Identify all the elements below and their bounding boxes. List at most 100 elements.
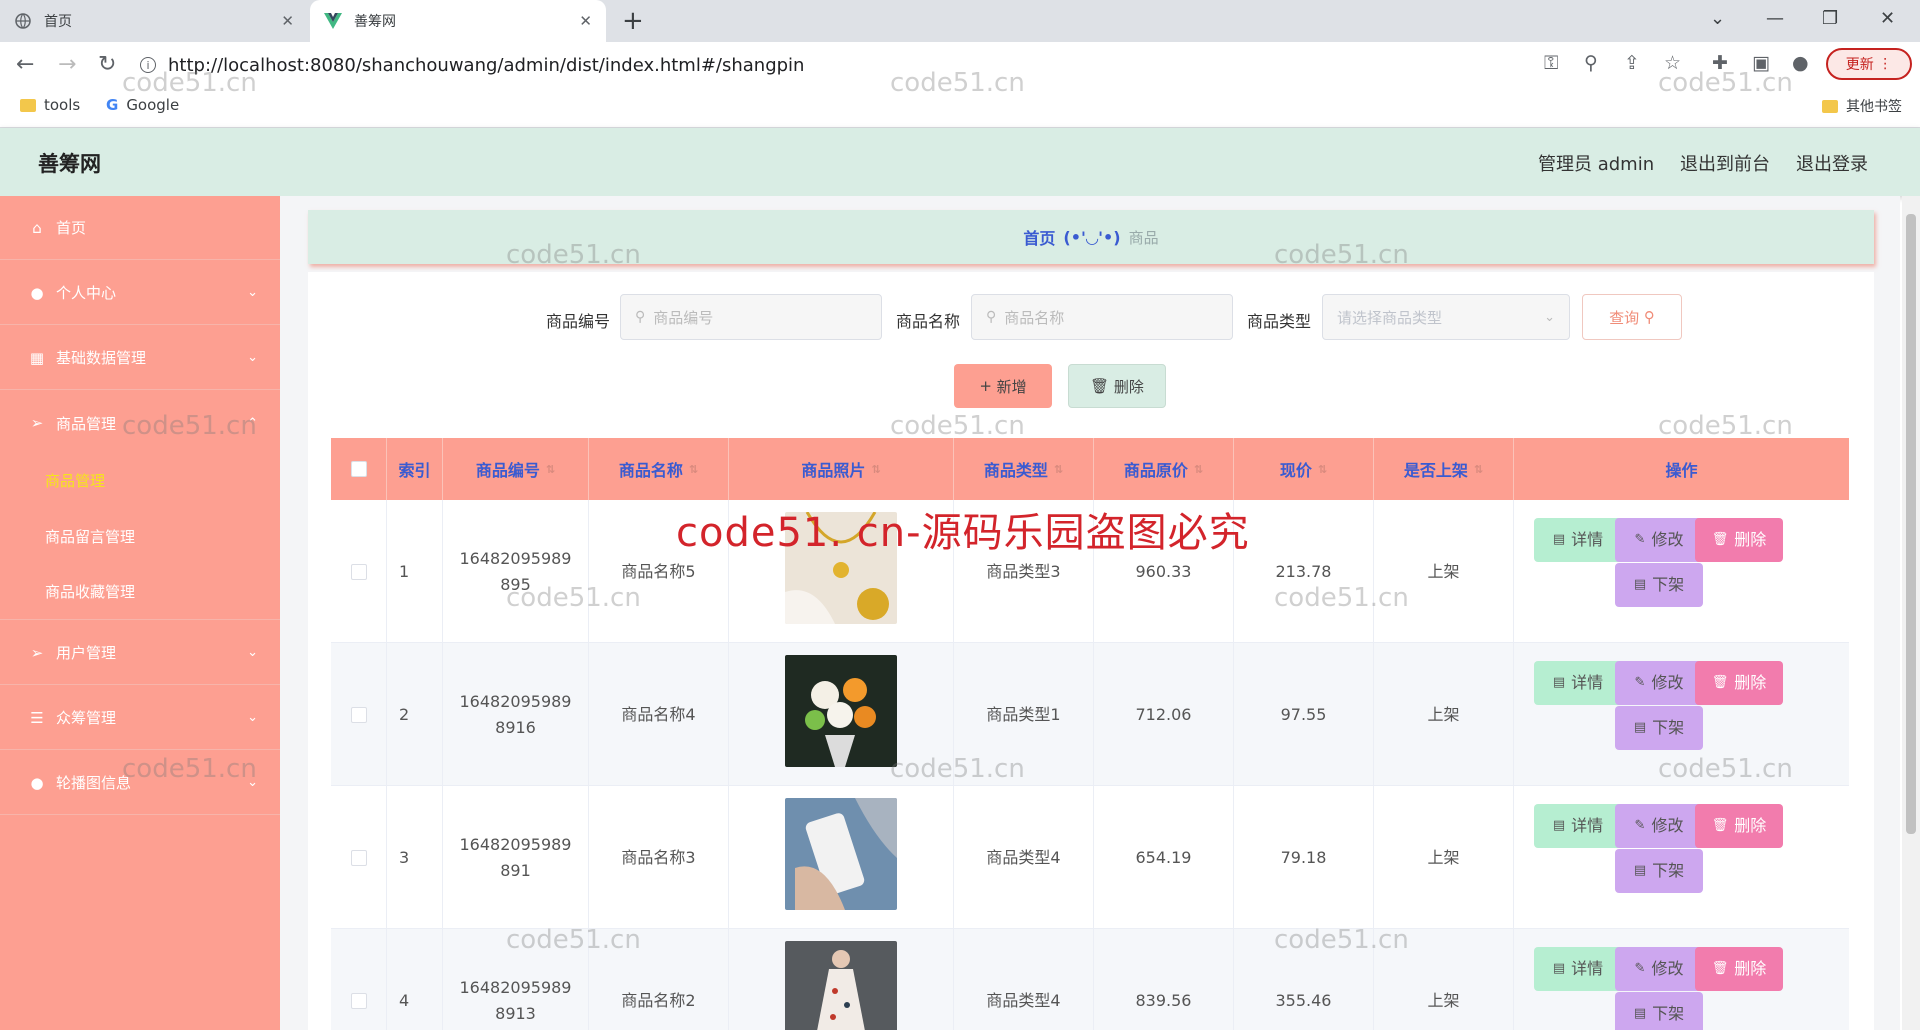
- restore-icon[interactable]: ❐: [1822, 8, 1838, 29]
- sort-icon[interactable]: ⇅: [871, 463, 880, 476]
- scroll-thumb[interactable]: [1906, 214, 1916, 834]
- sidebar-item-crowdfunding[interactable]: ☰ 众筹管理 ⌄: [0, 686, 280, 750]
- page-scrollbar[interactable]: [1902, 196, 1920, 1030]
- sidebar-subitem-goods-favorites[interactable]: 商品收藏管理: [0, 564, 280, 620]
- bookmark-google[interactable]: G Google: [106, 96, 179, 114]
- url-field[interactable]: i http://localhost:8080/shanchouwang/adm…: [140, 48, 1500, 82]
- code-placeholder: 商品编号: [653, 308, 714, 327]
- extensions-icon[interactable]: ✚: [1712, 52, 1728, 74]
- delete-row-button[interactable]: 🗑 删除: [1695, 804, 1783, 848]
- delete-button[interactable]: 🗑 删除: [1068, 364, 1166, 408]
- vue-logo-icon: [324, 12, 342, 30]
- edit-button[interactable]: ✎ 修改: [1615, 661, 1703, 705]
- breadcrumb-home[interactable]: 首页: [1023, 225, 1055, 249]
- logout-link[interactable]: 退出登录: [1796, 150, 1868, 176]
- cell-text: 355.46: [1275, 990, 1332, 1010]
- take-off-shelf-button[interactable]: ▤ 下架: [1615, 849, 1703, 893]
- back-icon[interactable]: ←: [16, 52, 34, 77]
- sidebar-item-carousel[interactable]: ● 轮播图信息 ⌄: [0, 751, 280, 815]
- sidebar-item-label: 商品管理: [56, 414, 117, 433]
- sidebar-item-goods[interactable]: ➢ 商品管理 ⌃: [0, 391, 280, 455]
- sidebar-item-personal[interactable]: ● 个人中心 ⌄: [0, 261, 280, 325]
- new-tab-icon[interactable]: +: [622, 6, 644, 36]
- pencil-icon: ✎: [1634, 675, 1646, 690]
- share-icon[interactable]: ⇪: [1624, 52, 1640, 74]
- col-type[interactable]: 商品类型 ⇅: [954, 438, 1094, 500]
- back-to-front-link[interactable]: 退出到前台: [1680, 150, 1770, 176]
- product-photo[interactable]: [785, 797, 897, 918]
- col-label: 商品原价: [1123, 461, 1188, 480]
- sidebar-item-label: 众筹管理: [56, 709, 117, 727]
- sidepanel-icon[interactable]: ▣: [1752, 52, 1770, 74]
- sidebar-subitem-goods-comments[interactable]: 商品留言管理: [0, 508, 280, 564]
- col-code[interactable]: 商品编号 ⇅: [443, 438, 589, 500]
- delete-row-button[interactable]: 🗑 删除: [1695, 518, 1783, 562]
- edit-button[interactable]: ✎ 修改: [1615, 804, 1703, 848]
- sort-icon[interactable]: ⇅: [546, 463, 555, 476]
- col-status[interactable]: 是否上架 ⇅: [1374, 438, 1514, 500]
- product-photo[interactable]: [785, 940, 897, 1030]
- delete-row-button[interactable]: 🗑 删除: [1695, 947, 1783, 991]
- window-close-icon[interactable]: ✕: [1880, 8, 1895, 29]
- take-off-shelf-button[interactable]: ▤ 下架: [1615, 563, 1703, 607]
- take-off-shelf-button[interactable]: ▤ 下架: [1615, 706, 1703, 750]
- address-bar: ← → ↻ i http://localhost:8080/shanchouwa…: [0, 42, 1920, 88]
- sort-icon[interactable]: ⇅: [1318, 463, 1327, 476]
- sidebar-item-users[interactable]: ➢ 用户管理 ⌄: [0, 621, 280, 685]
- col-label: 商品名称: [618, 461, 683, 480]
- select-all-checkbox[interactable]: [350, 461, 367, 477]
- type-placeholder: 请选择商品类型: [1337, 308, 1443, 327]
- cell-text: 商品类型4: [986, 847, 1061, 867]
- sort-icon[interactable]: ⇅: [689, 463, 698, 476]
- row-checkbox[interactable]: [350, 992, 367, 1009]
- forward-icon[interactable]: →: [58, 52, 76, 77]
- close-icon[interactable]: ✕: [281, 12, 294, 30]
- add-button[interactable]: + 新增: [954, 364, 1052, 408]
- sidebar-item-home[interactable]: ⌂ 首页: [0, 196, 280, 260]
- sidebar-item-base-data[interactable]: ▦ 基础数据管理 ⌄: [0, 326, 280, 390]
- row-checkbox[interactable]: [350, 563, 367, 580]
- key-icon[interactable]: ⚿: [1544, 52, 1558, 74]
- detail-button[interactable]: ▤ 详情: [1534, 518, 1622, 562]
- product-photo[interactable]: [785, 654, 897, 775]
- reload-icon[interactable]: ↻: [98, 52, 116, 77]
- sort-icon[interactable]: ⇅: [1054, 463, 1063, 476]
- chevron-down-icon: ⌄: [247, 710, 258, 725]
- sort-icon[interactable]: ⇅: [1194, 463, 1203, 476]
- product-photo[interactable]: [785, 510, 897, 632]
- detail-button[interactable]: ▤ 详情: [1534, 661, 1622, 705]
- row-checkbox[interactable]: [350, 849, 367, 866]
- name-input[interactable]: ⚲ 商品名称: [971, 294, 1233, 340]
- info-icon[interactable]: i: [140, 57, 156, 73]
- update-button[interactable]: 更新 ⋮: [1826, 48, 1912, 80]
- col-price[interactable]: 现价 ⇅: [1234, 438, 1374, 500]
- chevron-down-icon[interactable]: ⌄: [1710, 8, 1725, 29]
- take-off-shelf-button[interactable]: ▤ 下架: [1615, 992, 1703, 1030]
- bookmark-tools[interactable]: tools: [20, 96, 80, 114]
- col-photo[interactable]: 商品照片 ⇅: [729, 438, 954, 500]
- bookmark-other[interactable]: 其他书签: [1822, 96, 1902, 116]
- code-input[interactable]: ⚲ 商品编号: [620, 294, 882, 340]
- delete-row-button[interactable]: 🗑 删除: [1695, 661, 1783, 705]
- sidebar-item-label: 个人中心: [56, 284, 117, 302]
- sidebar-subitem-goods[interactable]: 商品管理: [0, 452, 280, 508]
- close-icon[interactable]: ✕: [579, 12, 592, 30]
- button-label: 删除: [1734, 673, 1767, 692]
- type-select[interactable]: 请选择商品类型 ⌄: [1322, 294, 1570, 340]
- col-name[interactable]: 商品名称 ⇅: [589, 438, 729, 500]
- browser-tab-active[interactable]: 善筹网 ✕: [310, 0, 606, 42]
- edit-button[interactable]: ✎ 修改: [1615, 947, 1703, 991]
- browser-tab-home[interactable]: 首页 ✕: [0, 0, 308, 42]
- detail-button[interactable]: ▤ 详情: [1534, 947, 1622, 991]
- cell-text: 712.06: [1135, 704, 1192, 724]
- profile-icon[interactable]: ●: [1792, 52, 1809, 74]
- minimize-icon[interactable]: —: [1766, 8, 1784, 29]
- query-button[interactable]: 查询 ⚲: [1582, 294, 1682, 340]
- col-orig-price[interactable]: 商品原价 ⇅: [1094, 438, 1234, 500]
- sort-icon[interactable]: ⇅: [1474, 463, 1483, 476]
- row-checkbox[interactable]: [350, 706, 367, 723]
- detail-button[interactable]: ▤ 详情: [1534, 804, 1622, 848]
- edit-button[interactable]: ✎ 修改: [1615, 518, 1703, 562]
- star-icon[interactable]: ☆: [1664, 52, 1681, 74]
- zoom-icon[interactable]: ⚲: [1584, 52, 1598, 74]
